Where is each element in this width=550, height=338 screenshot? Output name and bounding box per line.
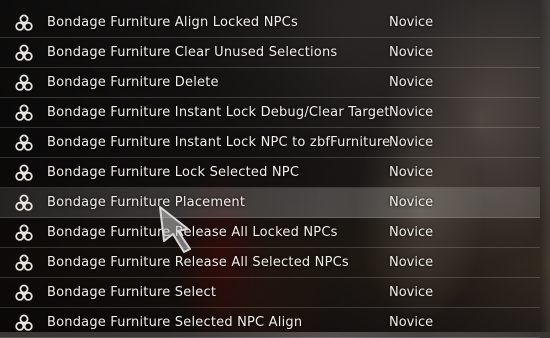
spell-level: Novice: [389, 165, 434, 180]
spell-name: Bondage Furniture Align Locked NPCs: [47, 15, 298, 30]
spell-name: Bondage Furniture Release All Selected N…: [47, 255, 349, 270]
triskelion-icon: [14, 193, 34, 213]
spell-level: Novice: [389, 105, 434, 120]
spell-level: Novice: [389, 195, 434, 210]
triskelion-icon: [14, 13, 34, 33]
spell-name: Bondage Furniture Instant Lock NPC to zb…: [47, 135, 391, 150]
spell-name: Bondage Furniture Select: [47, 285, 217, 300]
pointer-cursor-icon: [158, 205, 208, 255]
spell-row[interactable]: Bondage Furniture Instant Lock Debug/Cle…: [0, 98, 540, 128]
spell-level: Novice: [389, 315, 434, 330]
triskelion-icon: [14, 283, 34, 303]
spell-level: Novice: [389, 135, 434, 150]
spell-row[interactable]: Bondage Furniture Align Locked NPCs Novi…: [0, 8, 540, 38]
spell-name: Bondage Furniture Selected NPC Align: [47, 315, 303, 330]
spell-level: Novice: [389, 255, 434, 270]
triskelion-icon: [14, 313, 34, 333]
spell-row[interactable]: Bondage Furniture Lock Selected NPC Novi…: [0, 158, 540, 188]
spell-row[interactable]: Bondage Furniture Release All Locked NPC…: [0, 218, 540, 248]
spell-name: Bondage Furniture Instant Lock Debug/Cle…: [47, 105, 390, 120]
triskelion-icon: [14, 253, 34, 273]
triskelion-icon: [14, 43, 34, 63]
spell-level: Novice: [389, 285, 434, 300]
triskelion-icon: [14, 133, 34, 153]
panel-edge: [540, 0, 550, 332]
spell-row[interactable]: Bondage Furniture Clear Unused Selection…: [0, 38, 540, 68]
triskelion-icon: [14, 103, 34, 123]
spell-row[interactable]: Bondage Furniture Select Novice: [0, 278, 540, 308]
spell-name: Bondage Furniture Placement: [47, 195, 246, 210]
spell-level: Novice: [389, 15, 434, 30]
spell-list: Bondage Furniture Align Locked NPCs Novi…: [0, 8, 540, 338]
spell-level: Novice: [389, 45, 434, 60]
spell-name: Bondage Furniture Delete: [47, 75, 219, 90]
spell-row[interactable]: Bondage Furniture Selected NPC Align Nov…: [0, 308, 540, 338]
triskelion-icon: [14, 223, 34, 243]
spell-level: Novice: [389, 75, 434, 90]
spell-row-selected[interactable]: Bondage Furniture Placement Novice: [0, 188, 540, 218]
spell-name: Bondage Furniture Lock Selected NPC: [47, 165, 300, 180]
spell-level: Novice: [389, 225, 434, 240]
spell-name: Bondage Furniture Clear Unused Selection…: [47, 45, 338, 60]
triskelion-icon: [14, 73, 34, 93]
spell-row[interactable]: Bondage Furniture Delete Novice: [0, 68, 540, 98]
spell-row[interactable]: Bondage Furniture Release All Selected N…: [0, 248, 540, 278]
spell-row[interactable]: Bondage Furniture Instant Lock NPC to zb…: [0, 128, 540, 158]
triskelion-icon: [14, 163, 34, 183]
